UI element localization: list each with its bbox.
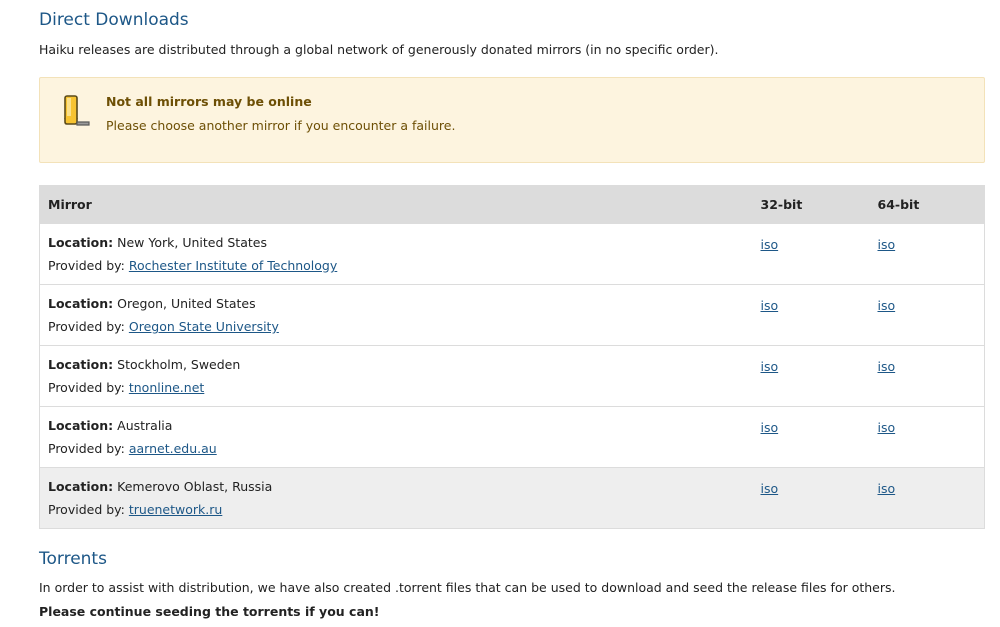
iso-32bit-link[interactable]: iso [761,298,779,313]
64bit-cell: iso [871,284,985,346]
provider-link[interactable]: Rochester Institute of Technology [129,258,337,273]
provider-link[interactable]: Oregon State University [129,319,279,334]
mirror-cell: Location: New York, United States Provid… [39,223,755,285]
iso-64bit-link[interactable]: iso [878,420,896,435]
direct-downloads-intro: Haiku releases are distributed through a… [39,42,719,57]
mirror-warning-notice: Not all mirrors may be online Please cho… [39,77,985,163]
torrents-seeding-note: Please continue seeding the torrents if … [39,604,380,619]
mirror-cell: Location: Stockholm, Sweden Provided by:… [39,345,755,407]
64bit-cell: iso [871,345,985,407]
32bit-cell: iso [754,284,872,346]
32bit-cell: iso [754,223,872,285]
location-value: Oregon, United States [117,296,256,311]
location-value: Kemerovo Oblast, Russia [117,479,273,494]
location-value: New York, United States [117,235,267,250]
notice-title: Not all mirrors may be online [106,94,312,109]
iso-32bit-link[interactable]: iso [761,420,779,435]
location-label: Location: [48,418,114,433]
torrents-heading: Torrents [39,549,107,569]
torrents-intro: In order to assist with distribution, we… [39,580,896,595]
provided-by-label: Provided by: [48,441,125,456]
notice-text: Please choose another mirror if you enco… [106,118,456,133]
iso-32bit-link[interactable]: iso [761,237,779,252]
provider-link[interactable]: tnonline.net [129,380,204,395]
direct-downloads-heading: Direct Downloads [39,10,189,30]
provided-by-label: Provided by: [48,502,125,517]
download-page: Direct Downloads Haiku releases are dist… [0,0,1000,627]
iso-64bit-link[interactable]: iso [878,481,896,496]
mirror-cell: Location: Oregon, United States Provided… [39,284,755,346]
provider-link[interactable]: truenetwork.ru [129,502,222,517]
location-label: Location: [48,296,114,311]
location-label: Location: [48,235,114,250]
iso-64bit-link[interactable]: iso [878,237,896,252]
64bit-column-header: 64-bit [871,185,985,224]
table-row: Location: New York, United States Provid… [39,223,985,285]
mirror-cell: Location: Australia Provided by: aarnet.… [39,406,755,468]
location-value: Stockholm, Sweden [117,357,241,372]
mirrors-table: Mirror 32-bit 64-bit Location: New York,… [39,185,985,529]
32bit-cell: iso [754,467,872,529]
mirror-cell: Location: Kemerovo Oblast, Russia Provid… [39,467,755,529]
mirror-column-header: Mirror [39,185,755,224]
provided-by-label: Provided by: [48,380,125,395]
location-label: Location: [48,479,114,494]
provided-by-label: Provided by: [48,319,125,334]
64bit-cell: iso [871,467,985,529]
warning-bookmark-icon [62,94,94,128]
32bit-column-header: 32-bit [754,185,872,224]
provider-link[interactable]: aarnet.edu.au [129,441,217,456]
table-header-row: Mirror 32-bit 64-bit [39,185,985,224]
table-row: Location: Oregon, United States Provided… [39,284,985,346]
iso-64bit-link[interactable]: iso [878,298,896,313]
table-row: Location: Stockholm, Sweden Provided by:… [39,345,985,407]
32bit-cell: iso [754,406,872,468]
iso-32bit-link[interactable]: iso [761,359,779,374]
32bit-cell: iso [754,345,872,407]
table-row: Location: Kemerovo Oblast, Russia Provid… [39,467,985,529]
64bit-cell: iso [871,223,985,285]
table-row: Location: Australia Provided by: aarnet.… [39,406,985,468]
iso-32bit-link[interactable]: iso [761,481,779,496]
location-label: Location: [48,357,114,372]
location-value: Australia [117,418,173,433]
iso-64bit-link[interactable]: iso [878,359,896,374]
64bit-cell: iso [871,406,985,468]
provided-by-label: Provided by: [48,258,125,273]
